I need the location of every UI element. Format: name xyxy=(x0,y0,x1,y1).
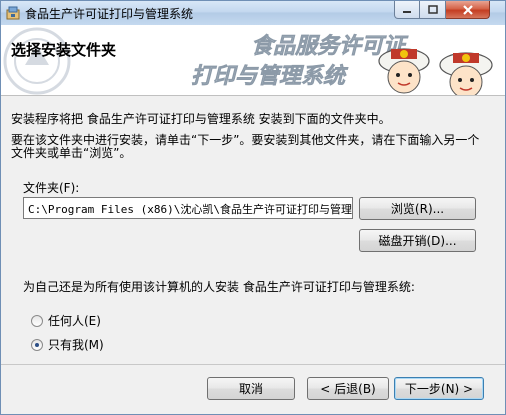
instructions-text: 要在该文件夹中进行安装，请单击“下一步”。要安装到其他文件夹，请在下面输入另一个… xyxy=(11,133,480,160)
officer-cartoon-icon xyxy=(378,48,493,95)
wizard-header: 食品服务许可证 打印与管理系统 选择安装文件夹 xyxy=(1,25,505,96)
next-button[interactable]: 下一步(N) > xyxy=(394,377,484,400)
intro-text: 安装程序将把 食品生产许可证打印与管理系统 安装到下面的文件夹中。 xyxy=(11,112,391,126)
cancel-button[interactable]: 取消 xyxy=(207,377,295,400)
header-banner-image: 食品服务许可证 打印与管理系统 xyxy=(3,27,493,95)
radio-everyone[interactable]: 任何人(E) xyxy=(31,312,101,329)
installer-app-icon xyxy=(6,6,20,20)
radio-just-me-label[interactable]: 只有我(M) xyxy=(48,336,104,353)
maximize-button[interactable] xyxy=(420,1,446,19)
radio-just-me-indicator[interactable] xyxy=(31,338,43,351)
page-title: 选择安装文件夹 xyxy=(11,41,117,59)
window-title: 食品生产许可证打印与管理系统 xyxy=(25,7,194,21)
maximize-icon xyxy=(427,5,438,14)
radio-everyone-indicator[interactable] xyxy=(31,314,43,327)
banner-line2: 打印与管理系统 xyxy=(191,63,349,89)
close-button[interactable] xyxy=(446,1,490,19)
folder-label: 文件夹(F): xyxy=(23,181,80,195)
radio-just-me[interactable]: 只有我(M) xyxy=(31,336,104,353)
back-button[interactable]: < 后退(B) xyxy=(307,377,389,400)
disk-cost-button[interactable]: 磁盘开销(D)... xyxy=(359,229,476,252)
title-bar[interactable]: 食品生产许可证打印与管理系统 xyxy=(1,1,505,26)
minimize-icon xyxy=(403,10,411,13)
browse-button[interactable]: 浏览(R)... xyxy=(359,197,476,220)
install-for-label: 为自己还是为所有使用该计算机的人安装 食品生产许可证打印与管理系统: xyxy=(23,280,415,294)
footer-divider xyxy=(1,364,505,365)
installer-window: 食品生产许可证打印与管理系统 食品服务许可证 打印与管理系统 选择安装文件夹 安… xyxy=(0,0,506,415)
minimize-button[interactable] xyxy=(394,1,420,19)
folder-path-input[interactable]: C:\Program Files (x86)\沈心凯\食品生产许可证打印与管理系 xyxy=(23,197,353,219)
radio-everyone-label[interactable]: 任何人(E) xyxy=(48,312,101,329)
close-icon xyxy=(462,4,473,15)
